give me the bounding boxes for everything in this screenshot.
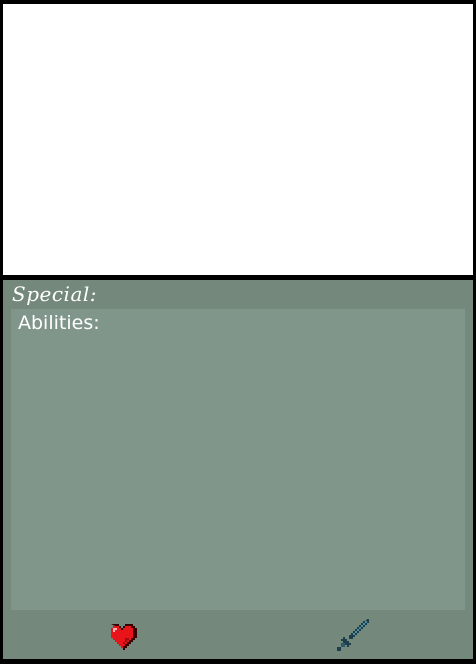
abilities-label: Abilities: <box>18 312 100 334</box>
sword-icon <box>335 619 369 653</box>
health-tab-button[interactable] <box>105 619 139 653</box>
heart-icon <box>107 622 137 650</box>
top-screen <box>3 4 473 275</box>
attack-tab-button[interactable] <box>335 619 369 653</box>
abilities-list: Abilities: <box>11 309 465 610</box>
special-abilities-panel: Special: Abilities: <box>3 280 473 659</box>
tab-bar <box>3 611 473 659</box>
panel-title: Special: <box>12 282 97 306</box>
